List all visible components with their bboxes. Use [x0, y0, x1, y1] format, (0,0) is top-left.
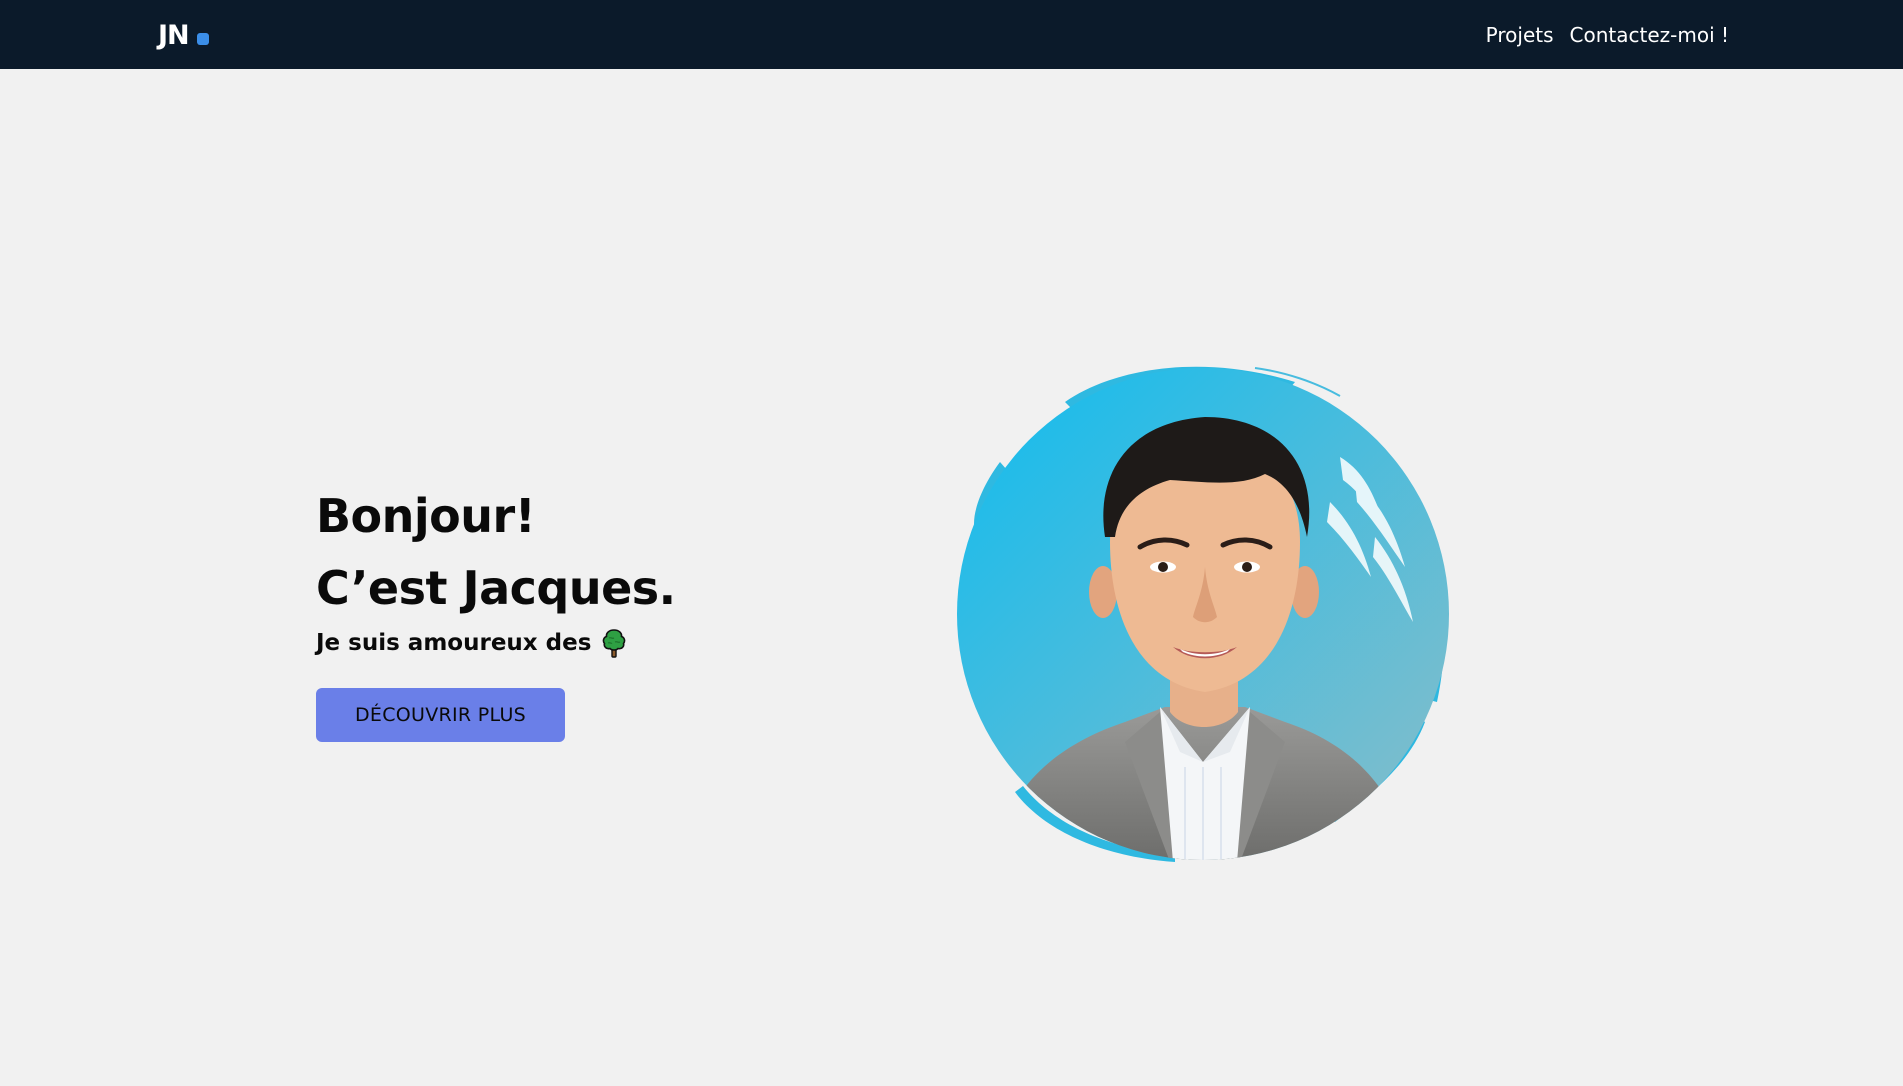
logo-dot-icon [196, 32, 209, 45]
profile-photo [955, 362, 1455, 862]
deciduous-tree-icon [603, 629, 626, 658]
discover-more-button[interactable]: DÉCOUVRIR PLUS [316, 688, 565, 742]
profile-photo-illustration [957, 366, 1449, 862]
hero-greeting: Bonjour! [316, 489, 536, 543]
logo-text: JN [158, 19, 190, 51]
tagline-text: Je suis amoureux des [316, 630, 592, 656]
top-navbar: JN Projets Contactez-moi ! [0, 0, 1903, 69]
hero-intro: Bonjour! C’est Jacques. Je suis amoureux… [316, 480, 676, 660]
hero-tagline: Je suis amoureux des [316, 626, 676, 660]
site-logo[interactable]: JN [158, 17, 209, 53]
nav-link-contact[interactable]: Contactez-moi ! [1570, 23, 1729, 47]
nav-link-projets[interactable]: Projets [1486, 23, 1554, 47]
main-nav: Projets Contactez-moi ! [1486, 0, 1729, 69]
hero-name: C’est Jacques. [316, 561, 676, 615]
